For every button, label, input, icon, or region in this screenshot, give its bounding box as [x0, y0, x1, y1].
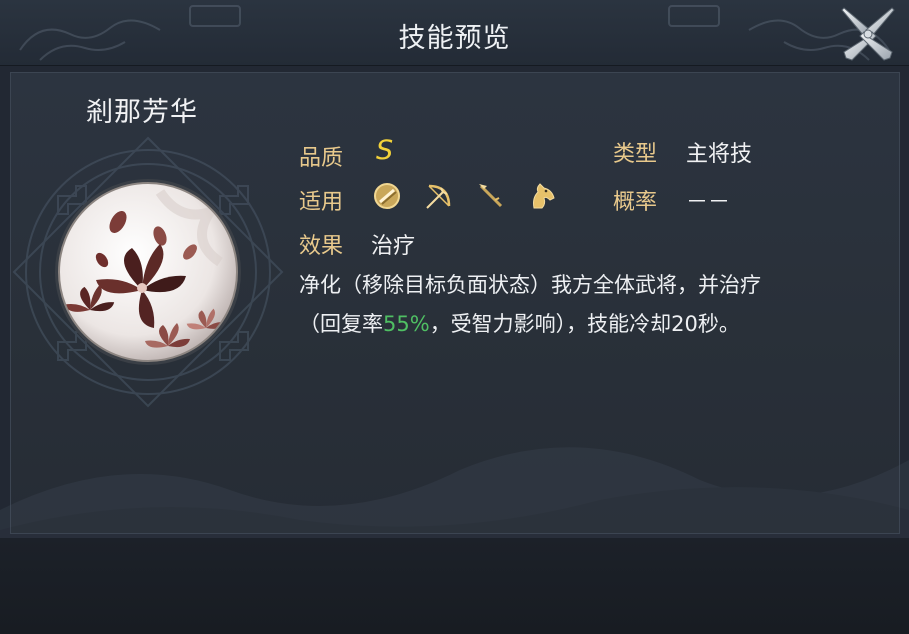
bow-icon [426, 184, 451, 209]
bottom-band [0, 538, 909, 634]
description-line-2: （回复率55%，受智力影响），技能冷却20秒。 [299, 305, 879, 344]
dialog-title: 技能预览 [398, 23, 511, 54]
close-icon [841, 7, 895, 61]
description-text: ，受智力影响），技能冷却20秒。 [429, 312, 740, 336]
shield-icon [374, 183, 400, 209]
heal-rate-value: 55% [383, 312, 430, 336]
description-line-1: 净化（移除目标负面状态）我方全体武将，并治疗 [299, 273, 761, 297]
chance-label: 概率 [613, 190, 658, 215]
type-label: 类型 [613, 142, 658, 167]
close-button[interactable] [836, 2, 900, 66]
horse-icon [533, 183, 555, 209]
quality-label: 品质 [299, 146, 344, 171]
effect-value: 治疗 [371, 234, 416, 259]
skill-description: 净化（移除目标负面状态）我方全体武将，并治疗 （回复率55%，受智力影响），技能… [299, 266, 879, 344]
effect-label: 效果 [299, 234, 344, 259]
apply-label: 适用 [299, 190, 344, 215]
skill-emblem [12, 136, 284, 408]
description-text: （回复率 [299, 312, 383, 336]
title-bar: 技能预览 [0, 0, 909, 66]
quality-value: S [376, 135, 394, 166]
type-value: 主将技 [686, 142, 753, 167]
skill-name: 剎那芳华 [86, 97, 198, 128]
spear-icon [479, 184, 503, 208]
chance-value: －－ [686, 190, 731, 215]
